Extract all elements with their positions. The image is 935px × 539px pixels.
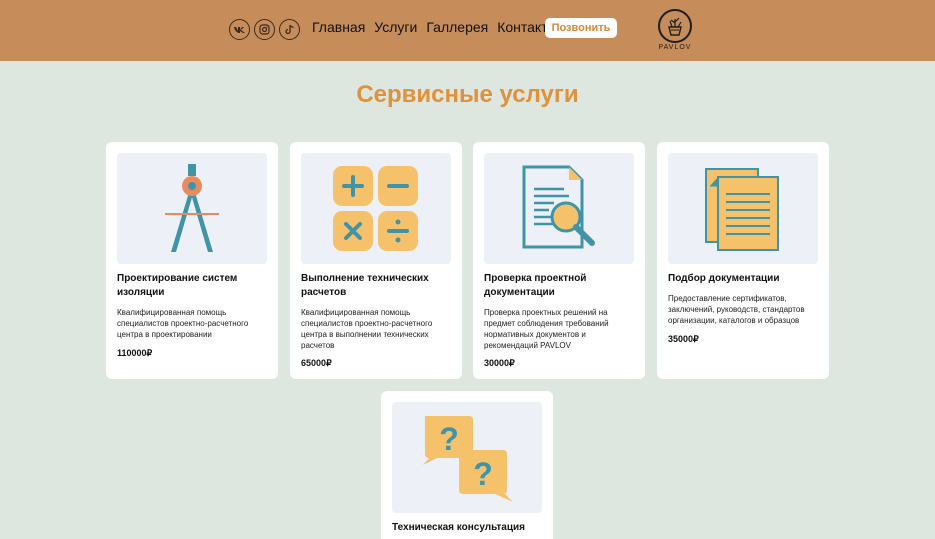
card-description: Квалифицированная помощь специалистов пр…	[301, 308, 433, 350]
card-image	[668, 153, 818, 264]
instagram-icon[interactable]	[254, 19, 275, 40]
card-description: Предоставление сертификатов, заключений,…	[668, 294, 805, 325]
plant-pot-icon	[658, 9, 692, 43]
logo[interactable]: PAVLOV	[656, 9, 694, 51]
card-image	[484, 153, 634, 264]
card-image	[301, 153, 451, 264]
logo-text: PAVLOV	[658, 44, 692, 51]
document-search-icon	[522, 165, 595, 248]
card-price: 65000₽	[301, 358, 332, 368]
header: Главная Услуги Галлерея Контакты Позвони…	[0, 0, 935, 61]
card-title: Проверка проектной документации	[484, 273, 587, 298]
documents-icon	[705, 167, 779, 251]
service-card[interactable]: Выполнение технических расчетов Квалифиц…	[290, 142, 462, 379]
card-title: Проектирование систем изоляции	[117, 273, 238, 298]
nav-item-home[interactable]: Главная	[312, 19, 365, 36]
card-price: 30000₽	[484, 358, 515, 368]
social-links	[229, 19, 300, 40]
card-price: 35000₽	[668, 334, 699, 344]
tiktok-icon[interactable]	[279, 19, 300, 40]
svg-text:?: ?	[439, 421, 459, 457]
card-title: Техническая консультация	[392, 522, 525, 533]
card-price: 110000₽	[117, 348, 153, 358]
service-card[interactable]: Проверка проектной документации Проверка…	[473, 142, 645, 379]
service-card[interactable]: Проектирование систем изоляции Квалифици…	[106, 142, 278, 379]
card-description: Проверка проектных решений на предмет со…	[484, 308, 609, 350]
nav-item-services[interactable]: Услуги	[374, 19, 417, 36]
main-nav: Главная Услуги Галлерея Контакты	[312, 19, 567, 36]
question-bubbles-icon: ? ?	[423, 416, 513, 502]
call-button[interactable]: Позвонить	[545, 18, 617, 38]
card-title: Выполнение технических расчетов	[301, 273, 429, 298]
card-image	[117, 153, 267, 264]
card-description: Квалифицированная помощь специалистов пр…	[117, 308, 249, 339]
card-image: ? ?	[392, 402, 542, 513]
vk-icon[interactable]	[229, 19, 250, 40]
compass-icon	[165, 163, 219, 252]
calculator-icon	[333, 165, 418, 251]
card-title: Подбор документации	[668, 273, 780, 284]
svg-text:?: ?	[473, 456, 493, 492]
service-card[interactable]: Подбор документации Предоставление серти…	[657, 142, 829, 379]
nav-item-gallery[interactable]: Галлерея	[426, 19, 488, 36]
service-card[interactable]: ? ? Техническая консультация	[381, 391, 553, 539]
page-title: Сервисные услуги	[356, 81, 579, 108]
